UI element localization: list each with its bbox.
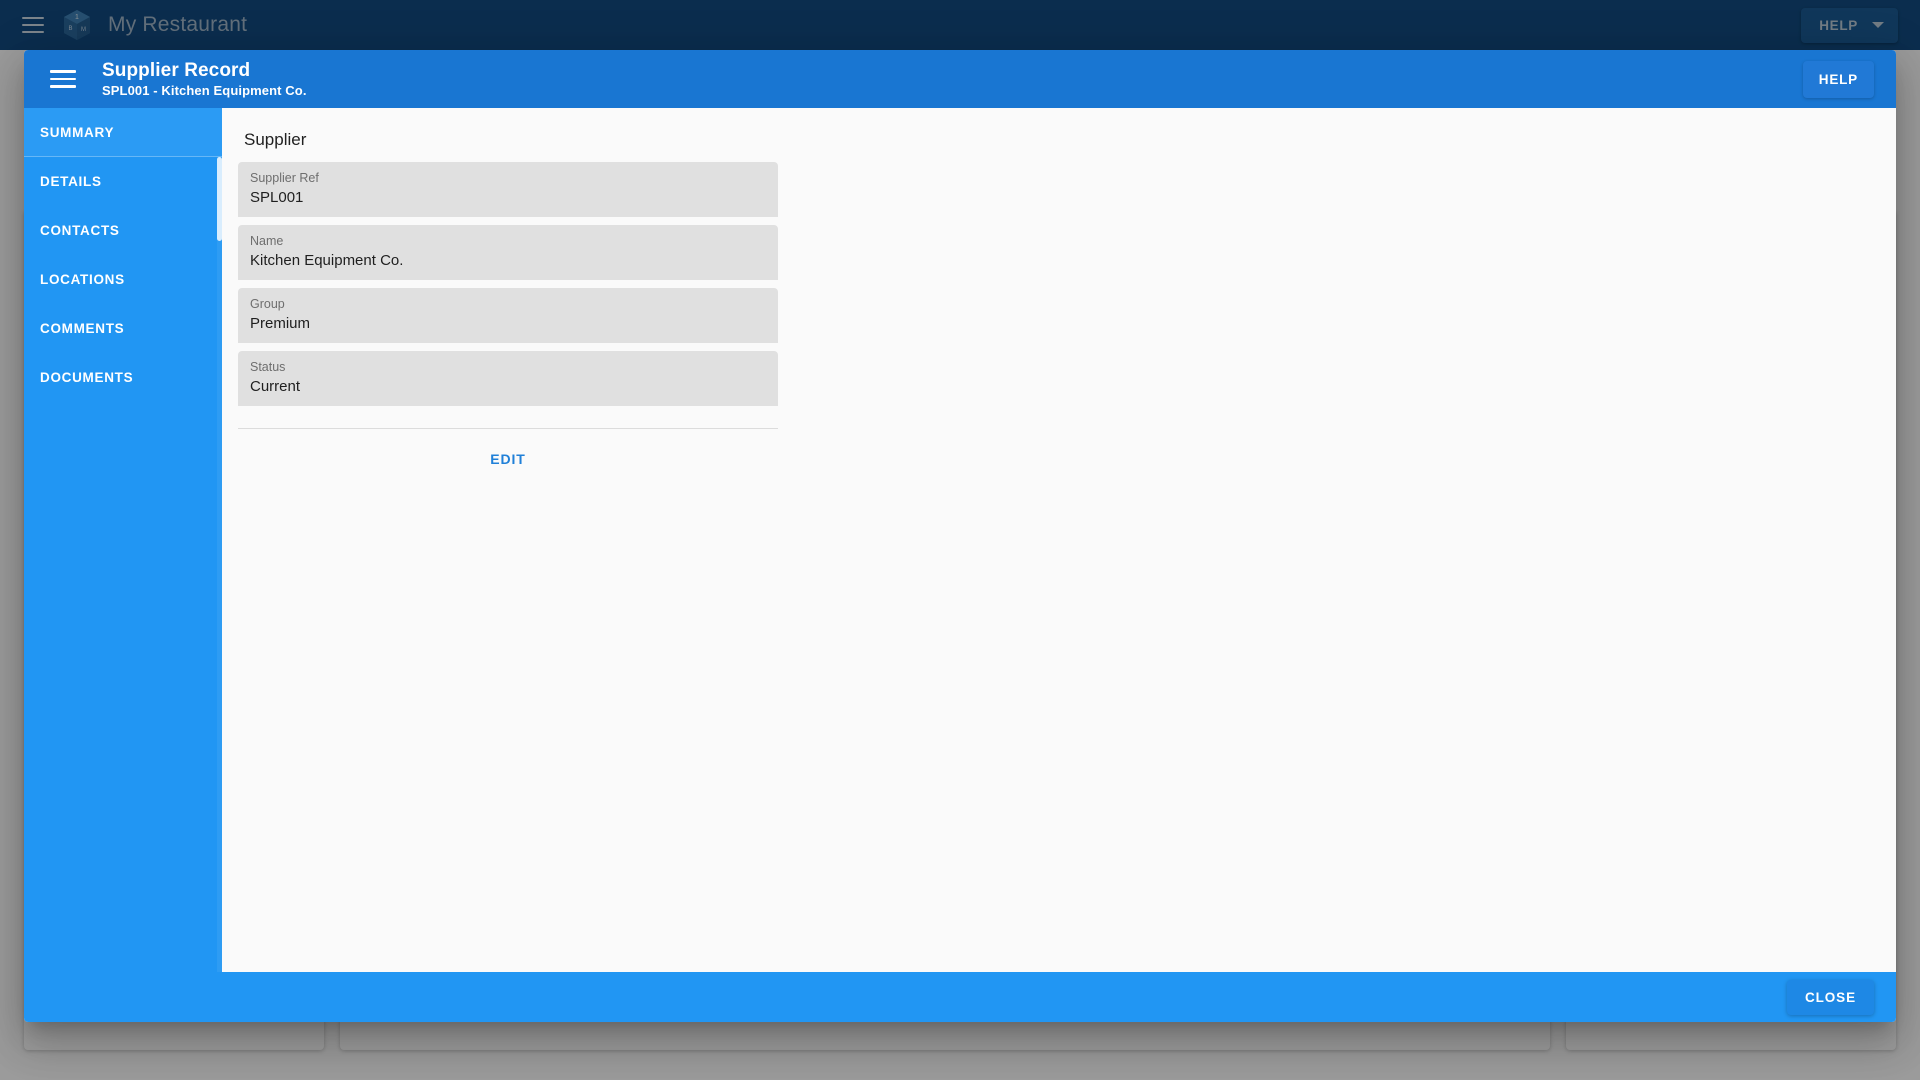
sidebar-item-locations[interactable]: LOCATIONS bbox=[24, 255, 222, 304]
sidebar-item-summary[interactable]: SUMMARY bbox=[24, 108, 222, 157]
sidebar-item-details[interactable]: DETAILS bbox=[24, 157, 222, 206]
dialog-sidebar: SUMMARY DETAILS CONTACTS LOCATIONS COMME… bbox=[24, 108, 222, 972]
edit-action-row: EDIT bbox=[238, 429, 778, 475]
close-button[interactable]: CLOSE bbox=[1786, 979, 1874, 1015]
field-value: Kitchen Equipment Co. bbox=[250, 252, 404, 269]
dialog-help-button[interactable]: HELP bbox=[1802, 60, 1874, 98]
sidebar-item-documents[interactable]: DOCUMENTS bbox=[24, 353, 222, 402]
dialog-title-block: Supplier Record SPL001 - Kitchen Equipme… bbox=[102, 60, 307, 99]
dialog-body: SUMMARY DETAILS CONTACTS LOCATIONS COMME… bbox=[24, 108, 1896, 972]
section-title: Supplier bbox=[244, 130, 307, 149]
edit-button[interactable]: EDIT bbox=[474, 443, 542, 475]
sidebar-item-label: LOCATIONS bbox=[40, 272, 125, 287]
sidebar-item-label: DOCUMENTS bbox=[40, 370, 134, 385]
field-status[interactable]: Status Current bbox=[238, 351, 778, 406]
sidebar-scrollbar-thumb[interactable] bbox=[217, 157, 222, 241]
field-group[interactable]: Group Premium bbox=[238, 288, 778, 343]
dialog-subtitle: SPL001 - Kitchen Equipment Co. bbox=[102, 82, 307, 98]
field-value: SPL001 bbox=[250, 189, 304, 206]
sidebar-item-label: CONTACTS bbox=[40, 223, 120, 238]
dialog-header: Supplier Record SPL001 - Kitchen Equipme… bbox=[24, 50, 1896, 108]
field-label: Group bbox=[250, 297, 285, 311]
sidebar-item-contacts[interactable]: CONTACTS bbox=[24, 206, 222, 255]
dialog-hamburger-menu-icon[interactable] bbox=[50, 70, 76, 88]
field-supplier-ref[interactable]: Supplier Ref SPL001 bbox=[238, 162, 778, 217]
dialog-content: Supplier Supplier Ref SPL001 Name Kitche… bbox=[222, 108, 1896, 972]
field-name[interactable]: Name Kitchen Equipment Co. bbox=[238, 225, 778, 280]
field-label: Supplier Ref bbox=[250, 171, 319, 185]
dialog-footer: CLOSE bbox=[24, 972, 1896, 1022]
field-label: Status bbox=[250, 360, 286, 374]
field-value: Premium bbox=[250, 315, 311, 332]
field-label: Name bbox=[250, 234, 284, 248]
supplier-form: Supplier Ref SPL001 Name Kitchen Equipme… bbox=[238, 162, 778, 475]
sidebar-scrollbar-track[interactable] bbox=[217, 157, 222, 972]
sidebar-item-label: SUMMARY bbox=[40, 125, 115, 140]
sidebar-item-label: DETAILS bbox=[40, 174, 102, 189]
supplier-record-dialog: Supplier Record SPL001 - Kitchen Equipme… bbox=[24, 50, 1896, 1022]
sidebar-item-comments[interactable]: COMMENTS bbox=[24, 304, 222, 353]
sidebar-item-label: COMMENTS bbox=[40, 321, 125, 336]
field-value: Current bbox=[250, 378, 301, 395]
dialog-title: Supplier Record bbox=[102, 59, 251, 81]
